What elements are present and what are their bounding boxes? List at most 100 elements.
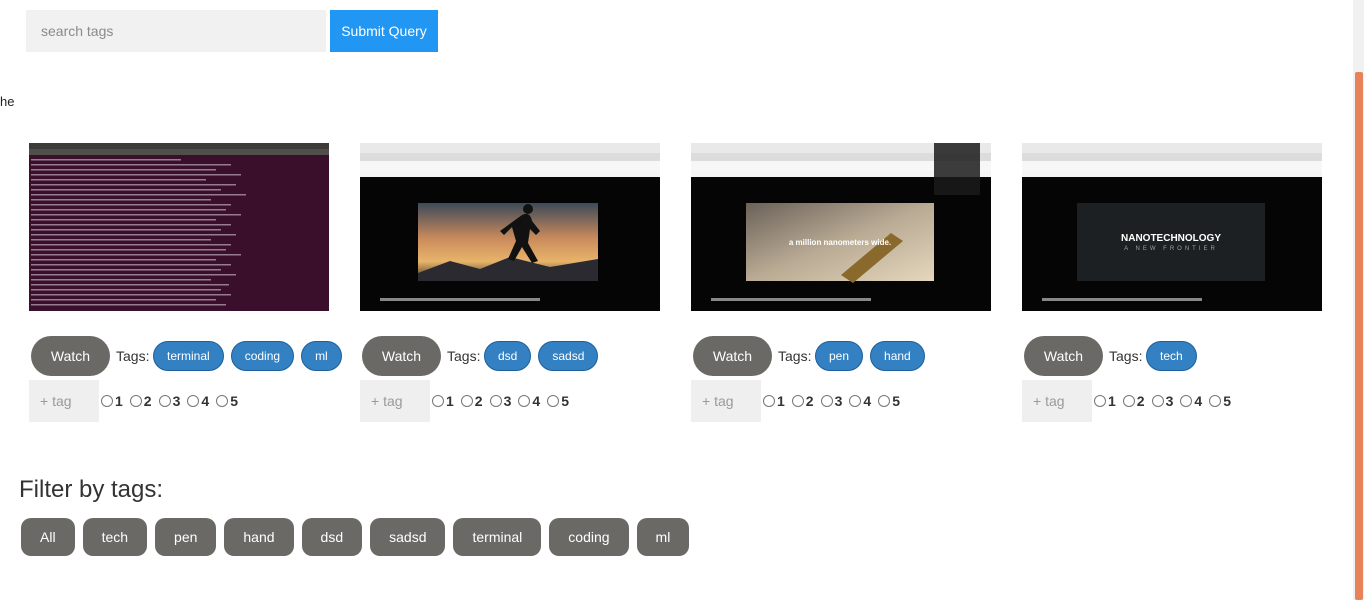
rating-radio[interactable] [158,395,171,407]
video-overlay-title: NANOTECHNOLOGY [1121,233,1221,244]
rating-label: 3 [834,393,843,409]
video-overlay-subtitle: A NEW FRONTIER [1124,246,1218,252]
rating-radio[interactable] [101,395,113,407]
rating-option[interactable]: 2 [1122,393,1145,409]
rating-label: 1 [115,393,123,409]
video-thumbnail[interactable]: a million nanometers wide. [691,143,991,311]
tag-pill[interactable]: terminal [153,341,224,371]
rating-label: 5 [561,393,569,409]
rating-label: 2 [143,393,152,409]
watch-button[interactable]: Watch [31,336,110,376]
filter-button-tech[interactable]: tech [82,518,148,556]
tag-list: pen hand [815,341,925,371]
tag-pill[interactable]: tech [1146,341,1197,371]
rating-label: 4 [532,393,541,409]
rating-label: 3 [172,393,181,409]
rating-radio[interactable] [1122,395,1135,407]
rating-radio[interactable] [1151,395,1164,407]
watch-button[interactable]: Watch [1024,336,1103,376]
rating-option[interactable]: 1 [432,393,454,409]
rating-option[interactable]: 3 [1151,393,1174,409]
search-input[interactable] [26,10,326,52]
rating-radio[interactable] [878,395,891,407]
rating-radio[interactable] [849,395,862,407]
rating-option[interactable]: 2 [791,393,814,409]
rating-label: 4 [201,393,210,409]
rating-group: 1 2 3 4 5 [101,393,245,409]
rating-radio[interactable] [216,395,229,407]
tags-label: Tags: [447,348,481,364]
video-thumbnail[interactable] [29,143,329,311]
rating-label: 4 [1194,393,1203,409]
tag-list: tech [1146,341,1197,371]
filter-button-dsd[interactable]: dsd [301,518,363,556]
tag-pill[interactable]: sadsd [538,341,599,371]
rating-radio[interactable] [1094,395,1106,407]
rating-option[interactable]: 3 [820,393,843,409]
rating-label: 5 [230,393,238,409]
rating-option[interactable]: 5 [878,393,900,409]
rating-radio[interactable] [1209,395,1222,407]
filter-button-pen[interactable]: pen [155,518,217,556]
rating-option[interactable]: 1 [763,393,785,409]
filter-button-coding[interactable]: coding [549,518,629,556]
rating-radio[interactable] [432,395,444,407]
watch-button[interactable]: Watch [362,336,441,376]
filter-button-sadsd[interactable]: sadsd [370,518,446,556]
rating-option[interactable]: 4 [849,393,871,409]
rating-label: 1 [446,393,454,409]
rating-option[interactable]: 1 [101,393,123,409]
tag-pill[interactable]: coding [230,341,295,371]
tag-list: terminal coding ml [153,341,342,371]
filter-button-ml[interactable]: ml [636,518,690,556]
tag-list: dsd sadsd [484,341,599,371]
rating-radio[interactable] [460,395,473,407]
rating-option[interactable]: 2 [129,393,152,409]
rating-option[interactable]: 4 [187,393,209,409]
filter-button-terminal[interactable]: terminal [453,518,542,556]
add-tag-input[interactable] [691,380,761,422]
rating-label: 3 [1165,393,1174,409]
add-tag-input[interactable] [360,380,430,422]
rating-radio[interactable] [791,395,804,407]
add-tag-input[interactable] [1022,380,1092,422]
rating-option[interactable]: 5 [547,393,569,409]
tag-pill[interactable]: pen [815,341,864,371]
rating-radio[interactable] [489,395,502,407]
pen-video-screenshot-image: a million nanometers wide. [691,143,991,311]
add-tag-input[interactable] [29,380,99,422]
rating-option[interactable]: 1 [1094,393,1116,409]
rating-radio[interactable] [129,395,142,407]
rating-radio[interactable] [763,395,775,407]
video-card: NANOTECHNOLOGY A NEW FRONTIER Watch Tags… [1022,143,1322,433]
tag-pill[interactable]: ml [301,341,342,371]
rating-label: 5 [1223,393,1231,409]
rating-option[interactable]: 4 [1180,393,1202,409]
rating-radio[interactable] [1180,395,1193,407]
vertical-scrollbar[interactable] [1353,0,1364,600]
rating-radio[interactable] [547,395,560,407]
terminal-screenshot-image [29,143,329,311]
rating-group: 1 2 3 4 5 [1094,393,1238,409]
nanotech-video-screenshot-image: NANOTECHNOLOGY A NEW FRONTIER [1022,143,1322,311]
rating-label: 4 [863,393,872,409]
video-thumbnail[interactable] [360,143,660,311]
rating-radio[interactable] [187,395,200,407]
rating-option[interactable]: 3 [489,393,511,409]
filter-button-hand[interactable]: hand [224,518,294,556]
rating-option[interactable]: 2 [460,393,483,409]
rating-option[interactable]: 5 [216,393,238,409]
scrollbar-thumb[interactable] [1355,72,1363,600]
rating-radio[interactable] [820,395,833,407]
tag-pill[interactable]: hand [870,341,925,371]
rating-option[interactable]: 4 [518,393,540,409]
rating-option[interactable]: 3 [158,393,181,409]
filter-button-all[interactable]: All [21,518,75,556]
rating-radio[interactable] [518,395,531,407]
rating-option[interactable]: 5 [1209,393,1231,409]
watch-button[interactable]: Watch [693,336,772,376]
video-thumbnail[interactable]: NANOTECHNOLOGY A NEW FRONTIER [1022,143,1322,311]
submit-query-button[interactable]: Submit Query [330,10,438,52]
tag-pill[interactable]: dsd [484,341,532,371]
rating-label: 1 [1108,393,1116,409]
